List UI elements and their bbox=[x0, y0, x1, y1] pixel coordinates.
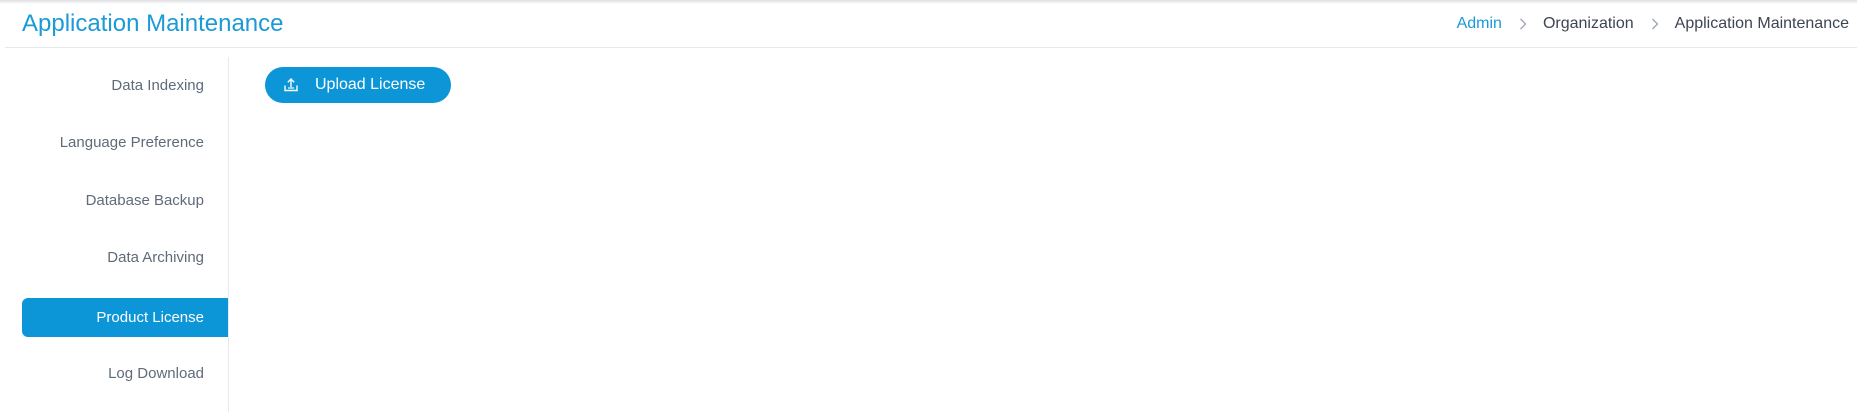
page-title: Application Maintenance bbox=[22, 10, 284, 37]
breadcrumb-organization-link[interactable]: Organization bbox=[1543, 15, 1634, 33]
sidebar-item-language-preference[interactable]: Language Preference bbox=[22, 123, 228, 162]
page-header: Application Maintenance Admin Organizati… bbox=[5, 0, 1857, 48]
breadcrumb-admin-link[interactable]: Admin bbox=[1457, 15, 1502, 33]
chevron-right-icon bbox=[1519, 17, 1527, 34]
upload-license-label: Upload License bbox=[315, 76, 426, 93]
sidebar-item-data-archiving[interactable]: Data Archiving bbox=[22, 238, 228, 277]
breadcrumb: Admin Organization Application Maintenan… bbox=[1457, 15, 1849, 33]
sidebar-item-log-download[interactable]: Log Download bbox=[22, 354, 228, 393]
upload-icon bbox=[283, 77, 299, 93]
sidebar-item-data-indexing[interactable]: Data Indexing bbox=[22, 66, 228, 105]
chevron-right-icon bbox=[1651, 17, 1659, 34]
sidebar-item-database-backup[interactable]: Database Backup bbox=[22, 181, 228, 220]
sidebar-item-product-license[interactable]: Product License bbox=[22, 298, 228, 337]
upload-license-button[interactable]: Upload License bbox=[265, 67, 451, 103]
breadcrumb-current: Application Maintenance bbox=[1674, 15, 1849, 32]
sidebar: Data Indexing Language Preference Databa… bbox=[22, 57, 229, 412]
